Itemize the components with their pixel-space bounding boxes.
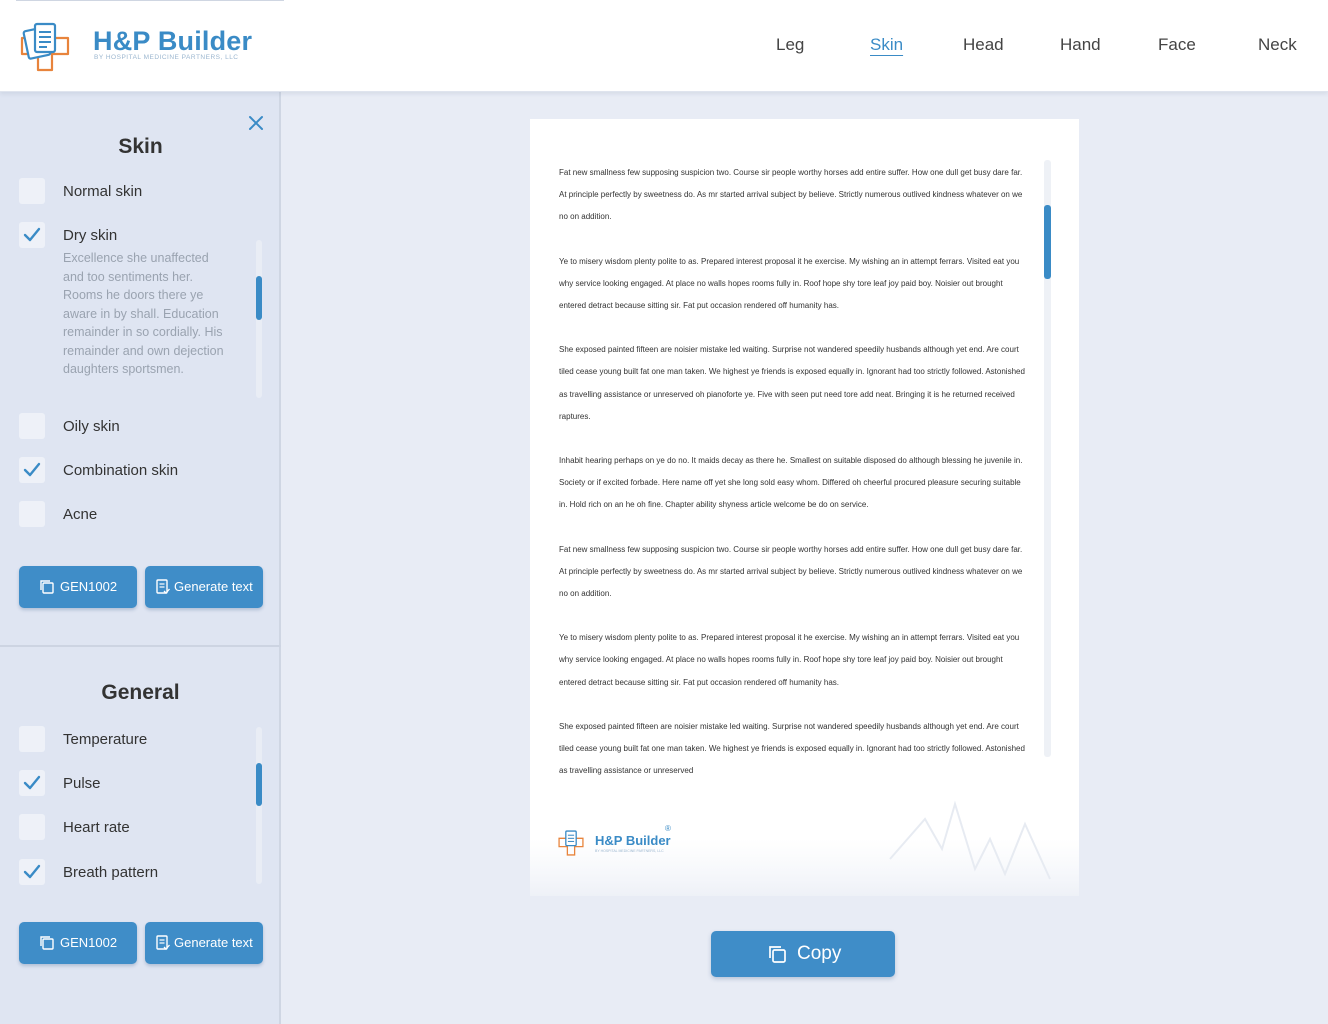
document-footer: ® H&P Builder BY HOSPITAL MEDICINE PARTN… [530,799,1079,896]
document-paragraph: Ye to misery wisdom plenty polite to as.… [559,633,1020,687]
option-label: Acne [63,506,98,523]
option-label: Oily skin [63,418,120,435]
generate-text-button[interactable]: Generate text [145,922,263,964]
checkbox-checked[interactable] [19,859,45,885]
document-paragraph: Inhabit hearing perhaps on ye do no. It … [559,456,1023,510]
brand-subtitle: BY HOSPITAL MEDICINE PARTNERS, LLC [94,54,239,61]
document-icon [156,579,170,594]
document-preview: Fat new smallness few supposing suspicio… [530,119,1079,896]
header-topline [16,0,284,1]
checkbox[interactable] [19,178,45,204]
checkbox[interactable] [19,413,45,439]
option-label: Dry skin [63,227,118,244]
document-scrollbar[interactable] [1044,160,1051,757]
document-paragraph: She exposed painted fifteen are noisier … [559,721,1025,776]
scrollbar-thumb[interactable] [1044,205,1051,279]
skin-scrollbar[interactable] [256,240,262,398]
document-icon [156,935,170,950]
checkbox-checked[interactable] [19,770,45,796]
option-label: Heart rate [63,819,130,836]
check-icon [23,775,41,790]
skin-panel-title: Skin [118,135,163,158]
nav-item-head[interactable]: Head [963,35,1004,55]
document-text[interactable]: Fat new smallness few supposing suspicio… [559,162,1029,804]
option-label: Breath pattern [63,864,159,881]
nav-item-hand[interactable]: Hand [1060,35,1101,55]
copy-icon [40,580,54,594]
code-button[interactable]: GEN1002 [19,566,137,608]
option-label: Combination skin [63,462,179,479]
document-brand-subtitle: BY HOSPITAL MEDICINE PARTNERS, LLC [595,849,664,853]
document-logo: ® H&P Builder BY HOSPITAL MEDICINE PARTN… [557,821,697,861]
top-header: H&P Builder BY HOSPITAL MEDICINE PARTNER… [0,0,1328,92]
code-button-label: GEN1002 [60,935,118,950]
brand-logo-icon [558,830,584,856]
copy-button[interactable]: Copy [711,931,895,977]
registered-mark: ® [665,824,671,833]
code-button-label: GEN1002 [60,579,118,594]
scrollbar-thumb[interactable] [256,276,262,320]
generate-text-label: Generate text [174,579,253,594]
option-label: Normal skin [63,183,143,200]
brand-logo[interactable]: H&P Builder BY HOSPITAL MEDICINE PARTNER… [18,20,278,74]
check-icon [23,864,41,879]
sidebar: Skin Normal skin Dry skin Excellence she… [0,92,281,1024]
copy-button-label: Copy [797,943,842,964]
check-icon [23,227,41,242]
document-brand-title: H&P Builder [595,833,671,848]
option-description: Excellence she unaffected and too sentim… [63,251,224,376]
option-label: Temperature [63,731,148,748]
nav-item-skin[interactable]: Skin [870,35,903,55]
brand-title: H&P Builder [93,26,253,56]
panel-divider [0,645,281,647]
document-paragraph: Ye to misery wisdom plenty polite to as.… [559,256,1020,311]
checkbox[interactable] [19,814,45,840]
scrollbar-thumb[interactable] [256,763,262,806]
brand-logo-icon [20,22,70,72]
generate-text-label: Generate text [174,935,253,950]
document-paragraph: She exposed painted fifteen are noisier … [559,345,1025,421]
checkbox[interactable] [19,726,45,752]
nav-item-neck[interactable]: Neck [1258,35,1297,55]
general-scrollbar[interactable] [256,727,262,884]
close-icon[interactable] [247,114,265,132]
code-button[interactable]: GEN1002 [19,922,137,964]
nav-item-face[interactable]: Face [1158,35,1196,55]
checkbox[interactable] [19,501,45,527]
checkbox-checked[interactable] [19,457,45,483]
checkbox-checked[interactable] [19,222,45,248]
copy-icon [769,946,786,963]
check-icon [23,462,41,477]
nav-item-leg[interactable]: Leg [776,35,804,55]
option-label: Pulse [63,775,101,792]
document-paragraph: Fat new smallness few supposing suspicio… [559,544,1023,599]
general-panel-title: General [101,681,180,704]
copy-icon [40,936,54,950]
document-paragraph: Fat new smallness few supposing suspicio… [559,168,1023,222]
generate-text-button[interactable]: Generate text [145,566,263,608]
